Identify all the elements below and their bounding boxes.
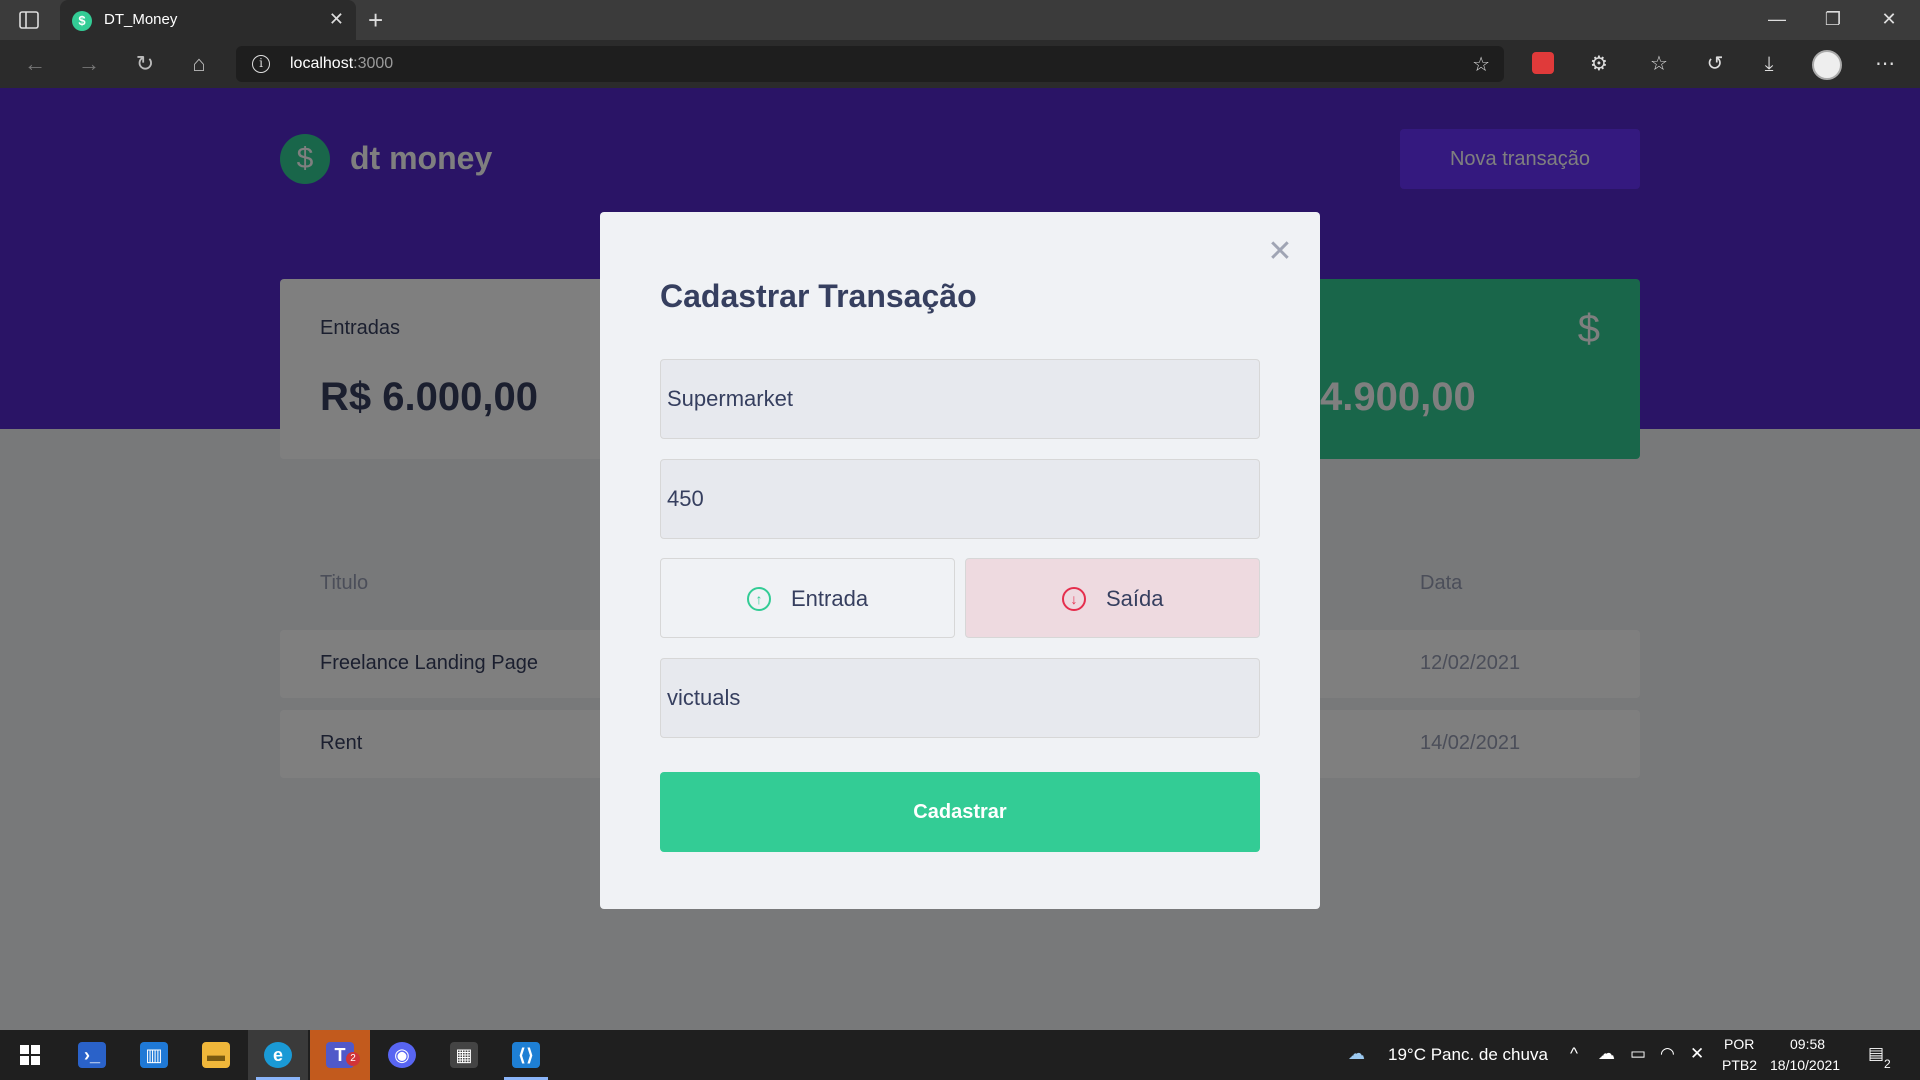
trello-icon[interactable]: ▥	[124, 1030, 184, 1080]
clock-time[interactable]: 09:58	[1790, 1036, 1825, 1052]
new-transaction-modal: ✕ Cadastrar Transação Supermarket 450 ↑ …	[600, 212, 1320, 909]
notification-count: 2	[1884, 1057, 1891, 1071]
downloads-icon[interactable]: ⤓	[1754, 50, 1784, 78]
history-icon[interactable]: ↺	[1700, 50, 1730, 78]
vscode-icon[interactable]: ⟨⟩	[496, 1030, 556, 1080]
back-icon[interactable]: ←	[20, 50, 50, 78]
submit-button[interactable]: Cadastrar	[660, 772, 1260, 852]
modal-title: Cadastrar Transação	[660, 278, 977, 314]
address-bar[interactable]: i localhost:3000 ☆	[236, 46, 1504, 82]
arrow-up-circle-icon: ↑	[747, 587, 771, 611]
tab-favicon-icon: $	[72, 11, 92, 31]
edge-icon[interactable]: e	[248, 1030, 308, 1080]
clock-date[interactable]: 18/10/2021	[1770, 1057, 1840, 1073]
minimize-icon[interactable]: —	[1762, 4, 1792, 34]
new-tab-icon[interactable]: +	[368, 6, 383, 34]
amount-input[interactable]: 450	[660, 459, 1260, 539]
extension-icon[interactable]	[1532, 52, 1554, 74]
file-explorer-icon[interactable]: ▬	[186, 1030, 246, 1080]
withdraw-type-button[interactable]: ↓ Saída	[965, 558, 1260, 638]
powershell-icon[interactable]: ›_	[62, 1030, 122, 1080]
modal-close-icon[interactable]: ✕	[1266, 237, 1294, 267]
more-menu-icon[interactable]: ⋯	[1870, 50, 1900, 78]
arrow-down-circle-icon: ↓	[1062, 587, 1086, 611]
discord-icon[interactable]: ◉	[372, 1030, 432, 1080]
favorites-icon[interactable]: ☆	[1644, 50, 1674, 78]
wifi-icon[interactable]: ◠	[1660, 1044, 1675, 1064]
deposit-type-button[interactable]: ↑ Entrada	[660, 558, 955, 638]
language-top[interactable]: POR	[1724, 1036, 1754, 1052]
window-close-icon[interactable]: ✕	[1874, 4, 1904, 34]
refresh-icon[interactable]: ↻	[130, 50, 160, 78]
tab-close-icon[interactable]: ✕	[329, 9, 344, 29]
windows-taskbar: ›_ ▥ ▬ e T2 ◉ ▦ ⟨⟩ ☁ 19°C Panc. de chuva…	[0, 1030, 1920, 1080]
calculator-icon[interactable]: ▦	[434, 1030, 494, 1080]
notification-center-icon[interactable]: ▤	[1868, 1044, 1884, 1064]
title-input[interactable]: Supermarket	[660, 359, 1260, 439]
profile-avatar[interactable]	[1812, 50, 1842, 80]
teams-badge: 2	[346, 1052, 360, 1066]
weather-icon: ☁	[1348, 1044, 1365, 1063]
extensions-puzzle-icon[interactable]: ⚙	[1584, 50, 1614, 78]
home-icon[interactable]: ⌂	[184, 50, 214, 78]
start-button[interactable]	[0, 1030, 60, 1080]
browser-titlebar: $ DT_Money ✕ + — ❐ ✕	[0, 0, 1920, 40]
tab-title: DT_Money	[104, 11, 178, 28]
forward-icon[interactable]: →	[74, 50, 104, 78]
app-page: $ dt money Nova transação Entradas R$ 6.…	[0, 88, 1920, 1030]
language-bottom[interactable]: PTB2	[1722, 1057, 1757, 1073]
url-text: localhost:3000	[290, 55, 394, 72]
volume-muted-icon[interactable]: ✕	[1690, 1044, 1704, 1064]
restore-icon[interactable]: ❐	[1818, 4, 1848, 34]
deposit-label: Entrada	[791, 586, 869, 611]
teams-icon[interactable]: T2	[310, 1030, 370, 1080]
browser-tab[interactable]: $ DT_Money ✕	[60, 0, 356, 40]
tab-actions-icon[interactable]	[18, 10, 42, 30]
add-favorite-icon[interactable]: ☆	[1472, 52, 1490, 77]
withdraw-label: Saída	[1106, 586, 1164, 611]
battery-icon[interactable]: ▭	[1630, 1044, 1646, 1064]
site-info-icon[interactable]: i	[252, 55, 270, 73]
tray-chevron-icon[interactable]: ^	[1570, 1044, 1578, 1064]
browser-toolbar: ← → ↻ ⌂ i localhost:3000 ☆ ⚙ ☆ ↺ ⤓ ⋯	[0, 40, 1920, 88]
weather-text[interactable]: 19°C Panc. de chuva	[1388, 1045, 1548, 1065]
onedrive-icon[interactable]: ☁	[1598, 1044, 1615, 1064]
category-input[interactable]: victuals	[660, 658, 1260, 738]
